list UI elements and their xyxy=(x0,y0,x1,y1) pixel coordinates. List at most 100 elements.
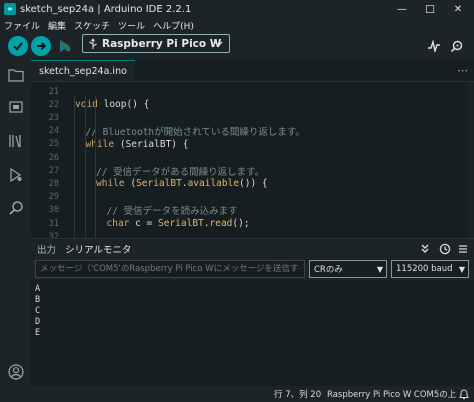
line-number: 30 xyxy=(48,205,59,216)
code-line: 27 // 受信データがある間繰り返します。 xyxy=(31,164,467,178)
search-icon xyxy=(8,200,23,215)
code-token: ()) { xyxy=(239,178,268,190)
code-line: 24 // Bluetoothが開始されている間繰り返します。 xyxy=(31,125,467,138)
serial-output[interactable]: A B C D E xyxy=(31,280,474,386)
verify-button[interactable] xyxy=(8,36,28,56)
line-number: 26 xyxy=(48,152,59,163)
code-line: 31 char c = SerialBT.read(); xyxy=(31,217,467,230)
menu-help[interactable]: ヘルプ(H) xyxy=(149,19,198,32)
code-token: void xyxy=(75,99,104,111)
code-line: 28 while (SerialBT.available()) { xyxy=(31,177,467,190)
activity-sidebar xyxy=(0,60,31,402)
code-token: read xyxy=(209,218,233,229)
code-line: 25 while (SerialBT) { xyxy=(31,138,467,151)
chevron-down-icon xyxy=(214,41,223,47)
code-token: while xyxy=(96,178,131,190)
toggle-autoscroll-button[interactable] xyxy=(417,241,433,257)
maximize-button[interactable]: ☐ xyxy=(416,0,444,18)
code-token: while xyxy=(85,138,120,150)
clear-output-button[interactable] xyxy=(455,241,471,257)
output-line: A xyxy=(35,284,41,294)
serial-message-input[interactable] xyxy=(35,260,305,278)
baud-rate-value: 115200 baud xyxy=(396,264,453,274)
cursor-position[interactable]: 行 7、列 20 xyxy=(274,386,321,402)
menu-sketch[interactable]: スケッチ xyxy=(70,19,114,32)
close-window-button[interactable]: ✕ xyxy=(444,0,472,18)
library-icon xyxy=(8,134,21,147)
account-icon xyxy=(7,363,24,380)
bottom-panel-tabs: 出力 シリアルモニタ xyxy=(31,238,474,260)
boards-manager-button[interactable] xyxy=(6,97,25,116)
serial-plotter-button[interactable] xyxy=(424,36,444,56)
tab-output[interactable]: 出力 xyxy=(37,239,56,259)
pulse-icon xyxy=(428,40,440,52)
debug-icon xyxy=(9,167,21,182)
check-icon xyxy=(13,42,23,51)
code-text: while (SerialBT.available()) { xyxy=(96,178,268,189)
code-text: char c = SerialBT.read(); xyxy=(107,218,250,229)
indent-guide xyxy=(95,96,96,238)
line-ending-select[interactable]: CRのみ ▼ xyxy=(309,260,387,278)
code-line: 22 void loop() { xyxy=(31,98,467,111)
code-token: SerialBT xyxy=(136,178,182,190)
serial-monitor-button[interactable] xyxy=(447,36,467,56)
code-token: // Bluetoothが開始されている間繰り返します。 xyxy=(85,127,305,139)
debug-panel-button[interactable] xyxy=(6,165,25,184)
code-token: // 受信データを読み込みます xyxy=(106,206,238,218)
code-text: while (SerialBT) { xyxy=(86,139,189,150)
magnifier-icon xyxy=(450,40,463,53)
code-token: available xyxy=(187,178,240,190)
tab-label: sketch_sep24a.ino xyxy=(39,65,127,77)
debug-button[interactable] xyxy=(55,36,75,56)
title-bar: ∞ sketch_sep24a | Arduino IDE 2.2.1 — ☐ … xyxy=(0,0,474,18)
menu-edit[interactable]: 編集 xyxy=(44,19,70,32)
menu-bar: ファイル 編集 スケッチ ツール ヘルプ(H) xyxy=(0,18,474,32)
folder-icon xyxy=(7,68,24,82)
status-bar: 行 7、列 20 Raspberry Pi Pico W COM5の上 xyxy=(0,386,474,402)
tab-sketch-file[interactable]: sketch_sep24a.ino xyxy=(31,60,135,81)
output-line: D xyxy=(35,317,41,327)
debug-icon xyxy=(60,40,71,52)
line-number: 31 xyxy=(48,218,59,229)
code-token: (SerialBT) { xyxy=(119,138,189,150)
code-line: 26 xyxy=(31,151,467,164)
line-number: 28 xyxy=(48,178,59,189)
line-number: 24 xyxy=(48,126,59,137)
menu-file[interactable]: ファイル xyxy=(0,19,44,32)
status-board[interactable]: Raspberry Pi Pico W COM5の上 xyxy=(327,386,456,402)
code-token: char xyxy=(106,218,136,229)
code-line: 32 xyxy=(31,230,467,238)
search-button[interactable] xyxy=(6,198,25,217)
output-line: B xyxy=(35,295,41,305)
code-editor[interactable]: 21 22 void loop() {23 24 // Bluetoothが開始されてい… xyxy=(31,82,467,238)
clock-icon xyxy=(439,243,451,255)
library-manager-button[interactable] xyxy=(6,131,25,150)
menu-tools[interactable]: ツール xyxy=(114,19,149,32)
usb-icon xyxy=(89,38,97,49)
more-options-icon[interactable]: ⋯ xyxy=(457,64,468,77)
line-number: 25 xyxy=(48,139,59,150)
toolbar xyxy=(0,32,474,60)
line-number: 22 xyxy=(48,99,59,110)
output-line: C xyxy=(35,306,41,316)
boards-icon xyxy=(8,100,23,113)
tab-serial-monitor[interactable]: シリアルモニタ xyxy=(65,239,132,260)
toggle-timestamp-button[interactable] xyxy=(437,241,453,257)
board-name: Raspberry Pi Pico W xyxy=(102,37,222,50)
code-token: loop() { xyxy=(103,99,150,111)
menu-icon xyxy=(459,245,467,253)
board-selector[interactable]: Raspberry Pi Pico W xyxy=(82,34,230,53)
upload-button[interactable] xyxy=(31,36,51,56)
editor-tab-bar: sketch_sep24a.ino ⋯ xyxy=(31,60,474,82)
baud-rate-select[interactable]: 115200 baud ▼ xyxy=(391,260,469,278)
arduino-logo-icon: ∞ xyxy=(4,3,16,15)
account-button[interactable] xyxy=(6,362,25,381)
sketchbook-button[interactable] xyxy=(6,65,25,84)
code-text: // 受信データを読み込みます xyxy=(107,203,238,217)
editor-scrollbar[interactable] xyxy=(467,82,474,238)
line-number: 27 xyxy=(48,165,59,176)
indent-guide xyxy=(85,96,86,238)
minimize-button[interactable]: — xyxy=(388,0,416,18)
notification-bell-icon[interactable] xyxy=(459,389,469,400)
chevron-down-icon: ▼ xyxy=(376,265,383,274)
